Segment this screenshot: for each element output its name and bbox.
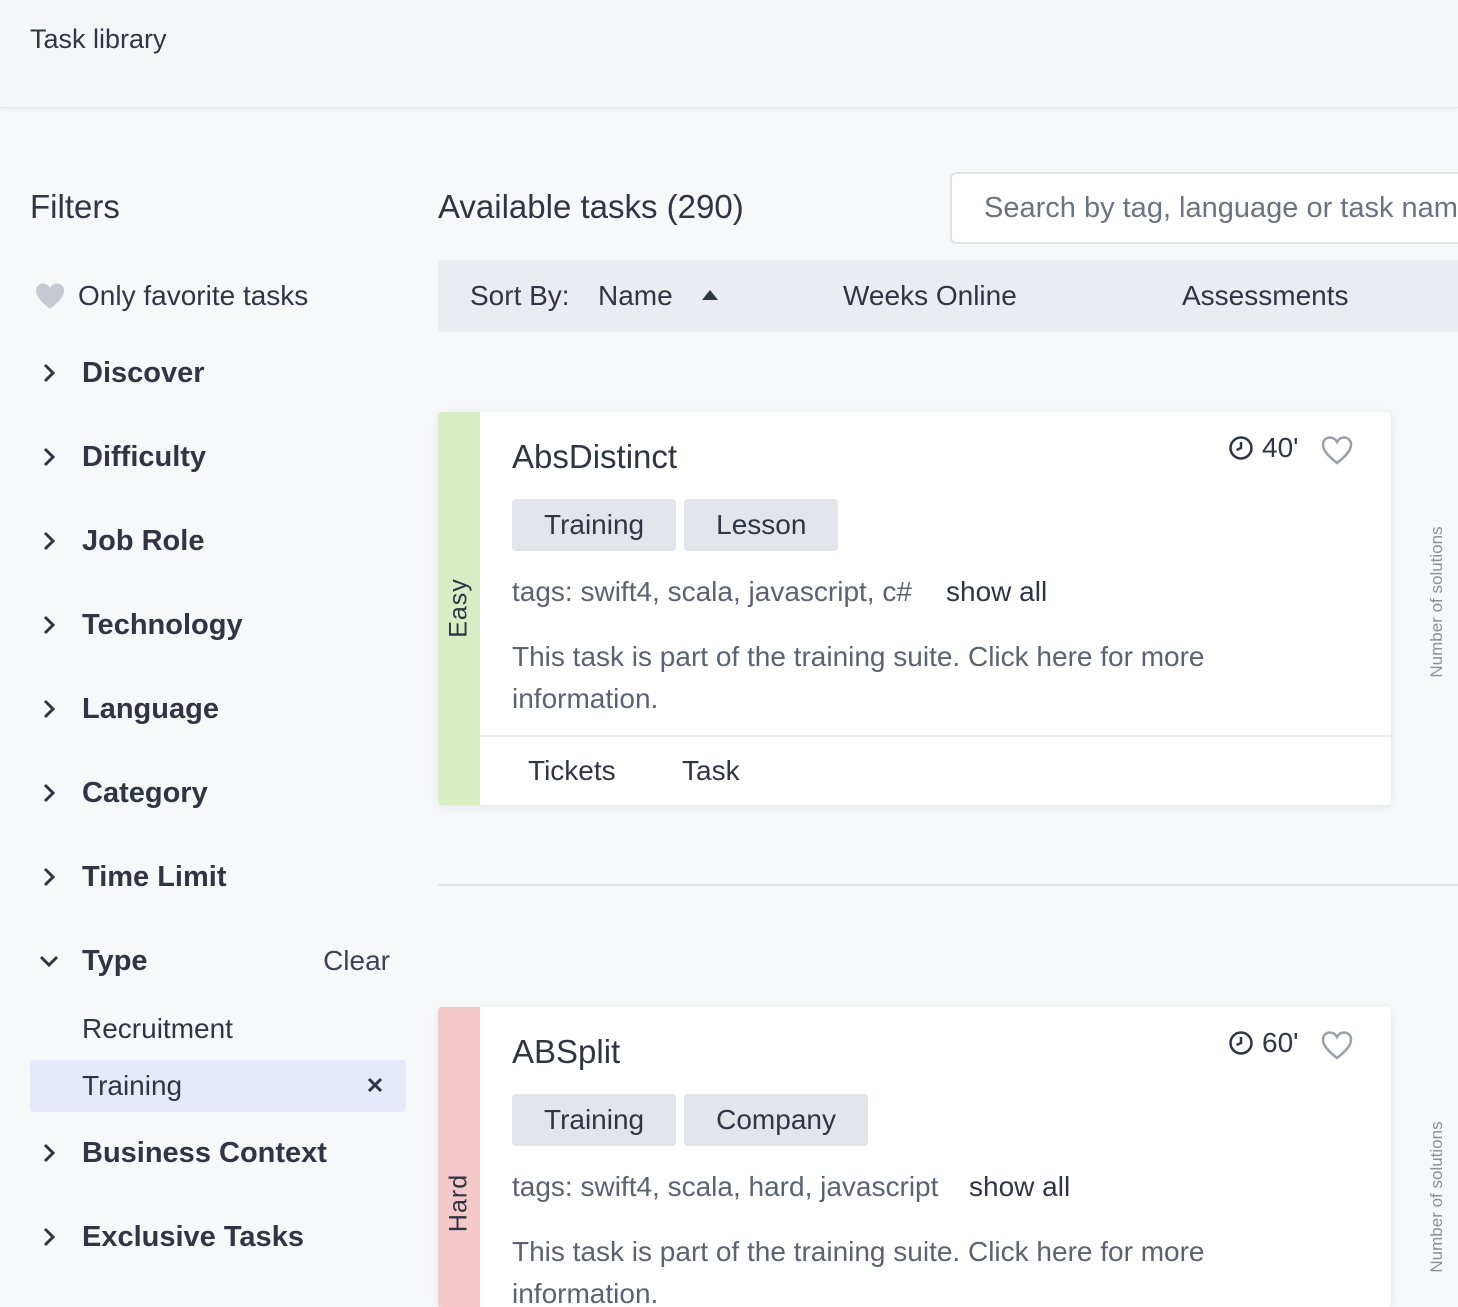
filters-sidebar: Filters Only favorite tasks Discover Dif… [30, 108, 406, 1288]
clock-icon [1229, 436, 1253, 460]
filter-group-difficulty[interactable]: Difficulty [30, 435, 406, 479]
task-badge: Company [684, 1094, 868, 1146]
filter-group-job-role[interactable]: Job Role [30, 519, 406, 563]
sort-bar: Sort By: Name Weeks Online Assessments [438, 260, 1458, 332]
task-time-value: 60' [1262, 1027, 1299, 1058]
chevron-right-icon [34, 358, 64, 388]
page-title: Task library [30, 24, 167, 54]
task-name[interactable]: AbsDistinct [512, 438, 677, 476]
heart-icon[interactable] [1320, 1029, 1354, 1061]
task-description[interactable]: This task is part of the training suite.… [512, 636, 1272, 720]
sort-ascending-icon[interactable] [700, 288, 720, 302]
chart-axis-label: Number of solutions [1427, 526, 1446, 678]
type-option-training[interactable]: Training [30, 1060, 406, 1112]
task-time: 40' [1228, 432, 1299, 464]
chevron-down-icon [34, 946, 64, 976]
filter-group-label: Time Limit [82, 860, 227, 893]
task-time: 60' [1228, 1027, 1299, 1059]
only-favorites-label: Only favorite tasks [78, 280, 309, 311]
type-option-recruitment[interactable]: Recruitment [30, 1003, 406, 1055]
tickets-tab[interactable]: Tickets [528, 755, 616, 787]
task-card[interactable]: Hard ABSplit 60' Training Company tags: … [438, 1007, 1391, 1307]
type-option-label: Recruitment [82, 1013, 233, 1044]
chevron-right-icon [34, 1138, 64, 1168]
sort-by-label: Sort By: [470, 280, 570, 311]
chevron-right-icon [34, 1222, 64, 1252]
sort-name-button[interactable]: Name [598, 280, 673, 312]
chevron-right-icon [34, 862, 64, 892]
filter-group-label: Type [82, 944, 148, 977]
sort-assessments-button[interactable]: Assessments [1182, 280, 1349, 312]
filter-group-type[interactable]: Type Clear [30, 939, 406, 983]
task-time-value: 40' [1262, 432, 1299, 463]
task-badge: Training [512, 1094, 677, 1146]
chart-axis-label: Number of solutions [1427, 1121, 1446, 1273]
show-all-tags-link[interactable]: show all [969, 1171, 1070, 1203]
chevron-right-icon [34, 610, 64, 640]
available-tasks-title: Available tasks (290) [438, 188, 744, 225]
difficulty-label: Easy [444, 578, 473, 638]
task-card[interactable]: Easy AbsDistinct 40' Training Lesson tag… [438, 412, 1391, 805]
filter-group-time-limit[interactable]: Time Limit [30, 855, 406, 899]
task-tab[interactable]: Task [682, 755, 740, 787]
task-tags: tags: swift4, scala, javascript, c# [512, 576, 912, 607]
filter-group-label: Discover [82, 356, 205, 389]
task-tags: tags: swift4, scala, hard, javascript [512, 1171, 939, 1202]
filter-group-business-context[interactable]: Business Context [30, 1131, 406, 1175]
type-option-label: Training [82, 1070, 183, 1101]
chevron-right-icon [34, 442, 64, 472]
task-badge: Training [512, 499, 677, 551]
filter-group-discover[interactable]: Discover [30, 351, 406, 395]
filter-group-exclusive-tasks[interactable]: Exclusive Tasks [30, 1215, 406, 1259]
task-badges: Training Company [512, 1094, 876, 1146]
task-description[interactable]: This task is part of the training suite.… [512, 1231, 1272, 1307]
task-badges: Training Lesson [512, 499, 846, 551]
filter-group-category[interactable]: Category [30, 771, 406, 815]
chevron-right-icon [34, 778, 64, 808]
search-input[interactable] [950, 172, 1458, 244]
difficulty-label: Hard [444, 1173, 473, 1233]
chevron-right-icon [34, 526, 64, 556]
filter-group-technology[interactable]: Technology [30, 603, 406, 647]
top-bar: Task library [0, 0, 1458, 108]
filter-group-label: Technology [82, 608, 243, 641]
close-icon[interactable] [364, 1074, 386, 1096]
difficulty-strip [438, 1007, 480, 1307]
filter-group-label: Job Role [82, 524, 205, 557]
heart-icon [36, 283, 64, 309]
show-all-tags-link[interactable]: show all [946, 576, 1047, 608]
chevron-right-icon [34, 694, 64, 724]
filter-group-label: Exclusive Tasks [82, 1220, 304, 1253]
filter-group-label: Difficulty [82, 440, 207, 473]
task-card-footer: Tickets Task [480, 735, 1391, 805]
only-favorites-toggle[interactable]: Only favorite tasks [34, 280, 308, 312]
filter-group-label: Category [82, 776, 208, 809]
filter-group-label: Language [82, 692, 219, 725]
sort-weeks-online-button[interactable]: Weeks Online [843, 280, 1017, 312]
task-name[interactable]: ABSplit [512, 1033, 620, 1071]
filter-group-label: Business Context [82, 1136, 327, 1169]
filter-group-language[interactable]: Language [30, 687, 406, 731]
task-badge: Lesson [684, 499, 839, 551]
heart-icon[interactable] [1320, 434, 1354, 466]
divider [438, 884, 1458, 886]
filters-title: Filters [30, 188, 120, 225]
clock-icon [1229, 1031, 1253, 1055]
type-clear-button[interactable]: Clear [323, 945, 390, 977]
